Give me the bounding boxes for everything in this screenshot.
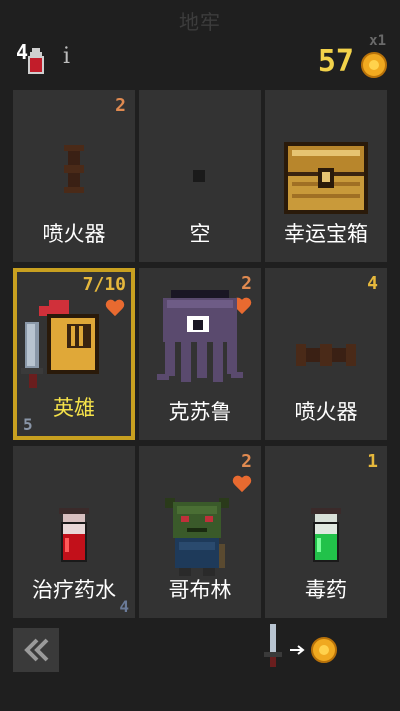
card-name: 空 xyxy=(189,222,211,246)
card-goblin[interactable]: 2 哥布林 xyxy=(139,446,261,618)
poison-icon xyxy=(311,508,341,562)
card-value: 2 xyxy=(241,451,252,472)
empty-slot-icon xyxy=(193,170,205,182)
potion-bottle-icon xyxy=(28,48,44,74)
sell-item-button[interactable] xyxy=(262,622,342,672)
card-flamethrower[interactable]: 4 喷火器 xyxy=(265,268,387,440)
card-health: 7/10 xyxy=(82,274,126,295)
card-flamethrower[interactable]: 2 喷火器 xyxy=(13,90,135,262)
gold-multiplier: x1 xyxy=(369,33,386,49)
card-name: 喷火器 xyxy=(42,222,106,246)
item-level: 4 xyxy=(119,597,129,616)
info-button[interactable]: i xyxy=(63,44,70,69)
hero-level: 5 xyxy=(23,415,33,434)
card-name: 哥布林 xyxy=(168,578,232,602)
card-value: 1 xyxy=(367,451,378,472)
flamethrower-icon xyxy=(64,145,84,193)
card-name: 喷火器 xyxy=(294,400,358,424)
card-name: 克苏鲁 xyxy=(168,400,232,424)
card-value: 4 xyxy=(367,273,378,294)
dungeon-title: 地牢 xyxy=(179,10,221,34)
card-hero[interactable]: 7/10 英雄 5 xyxy=(13,268,135,440)
card-cthulhu[interactable]: 2 克苏鲁 xyxy=(139,268,261,440)
flamethrower-icon xyxy=(296,344,356,366)
heart-icon xyxy=(232,476,252,490)
card-healing-potion[interactable]: 治疗药水 4 xyxy=(13,446,135,618)
cthulhu-icon xyxy=(157,290,243,382)
hero-knight-icon xyxy=(21,300,99,388)
potion-counter: 4 xyxy=(14,40,54,80)
treasure-chest-icon xyxy=(284,142,368,214)
goblin-icon xyxy=(165,498,229,576)
gold-amount: 57 xyxy=(317,44,354,79)
healing-potion-icon xyxy=(59,508,89,562)
card-poison[interactable]: 1 毒药 xyxy=(265,446,387,618)
card-name: 幸运宝箱 xyxy=(284,222,368,246)
card-name: 治疗药水 xyxy=(32,578,116,602)
card-empty[interactable]: 空 xyxy=(139,90,261,262)
back-button[interactable] xyxy=(13,628,59,672)
card-name: 英雄 xyxy=(53,396,95,420)
sword-to-coin-icon xyxy=(264,624,337,667)
gold-coin-icon xyxy=(361,52,387,78)
card-name: 毒药 xyxy=(305,578,347,602)
card-lucky-chest[interactable]: 幸运宝箱 xyxy=(265,90,387,262)
double-chevron-left-icon xyxy=(24,638,49,662)
card-value: 2 xyxy=(115,95,126,116)
